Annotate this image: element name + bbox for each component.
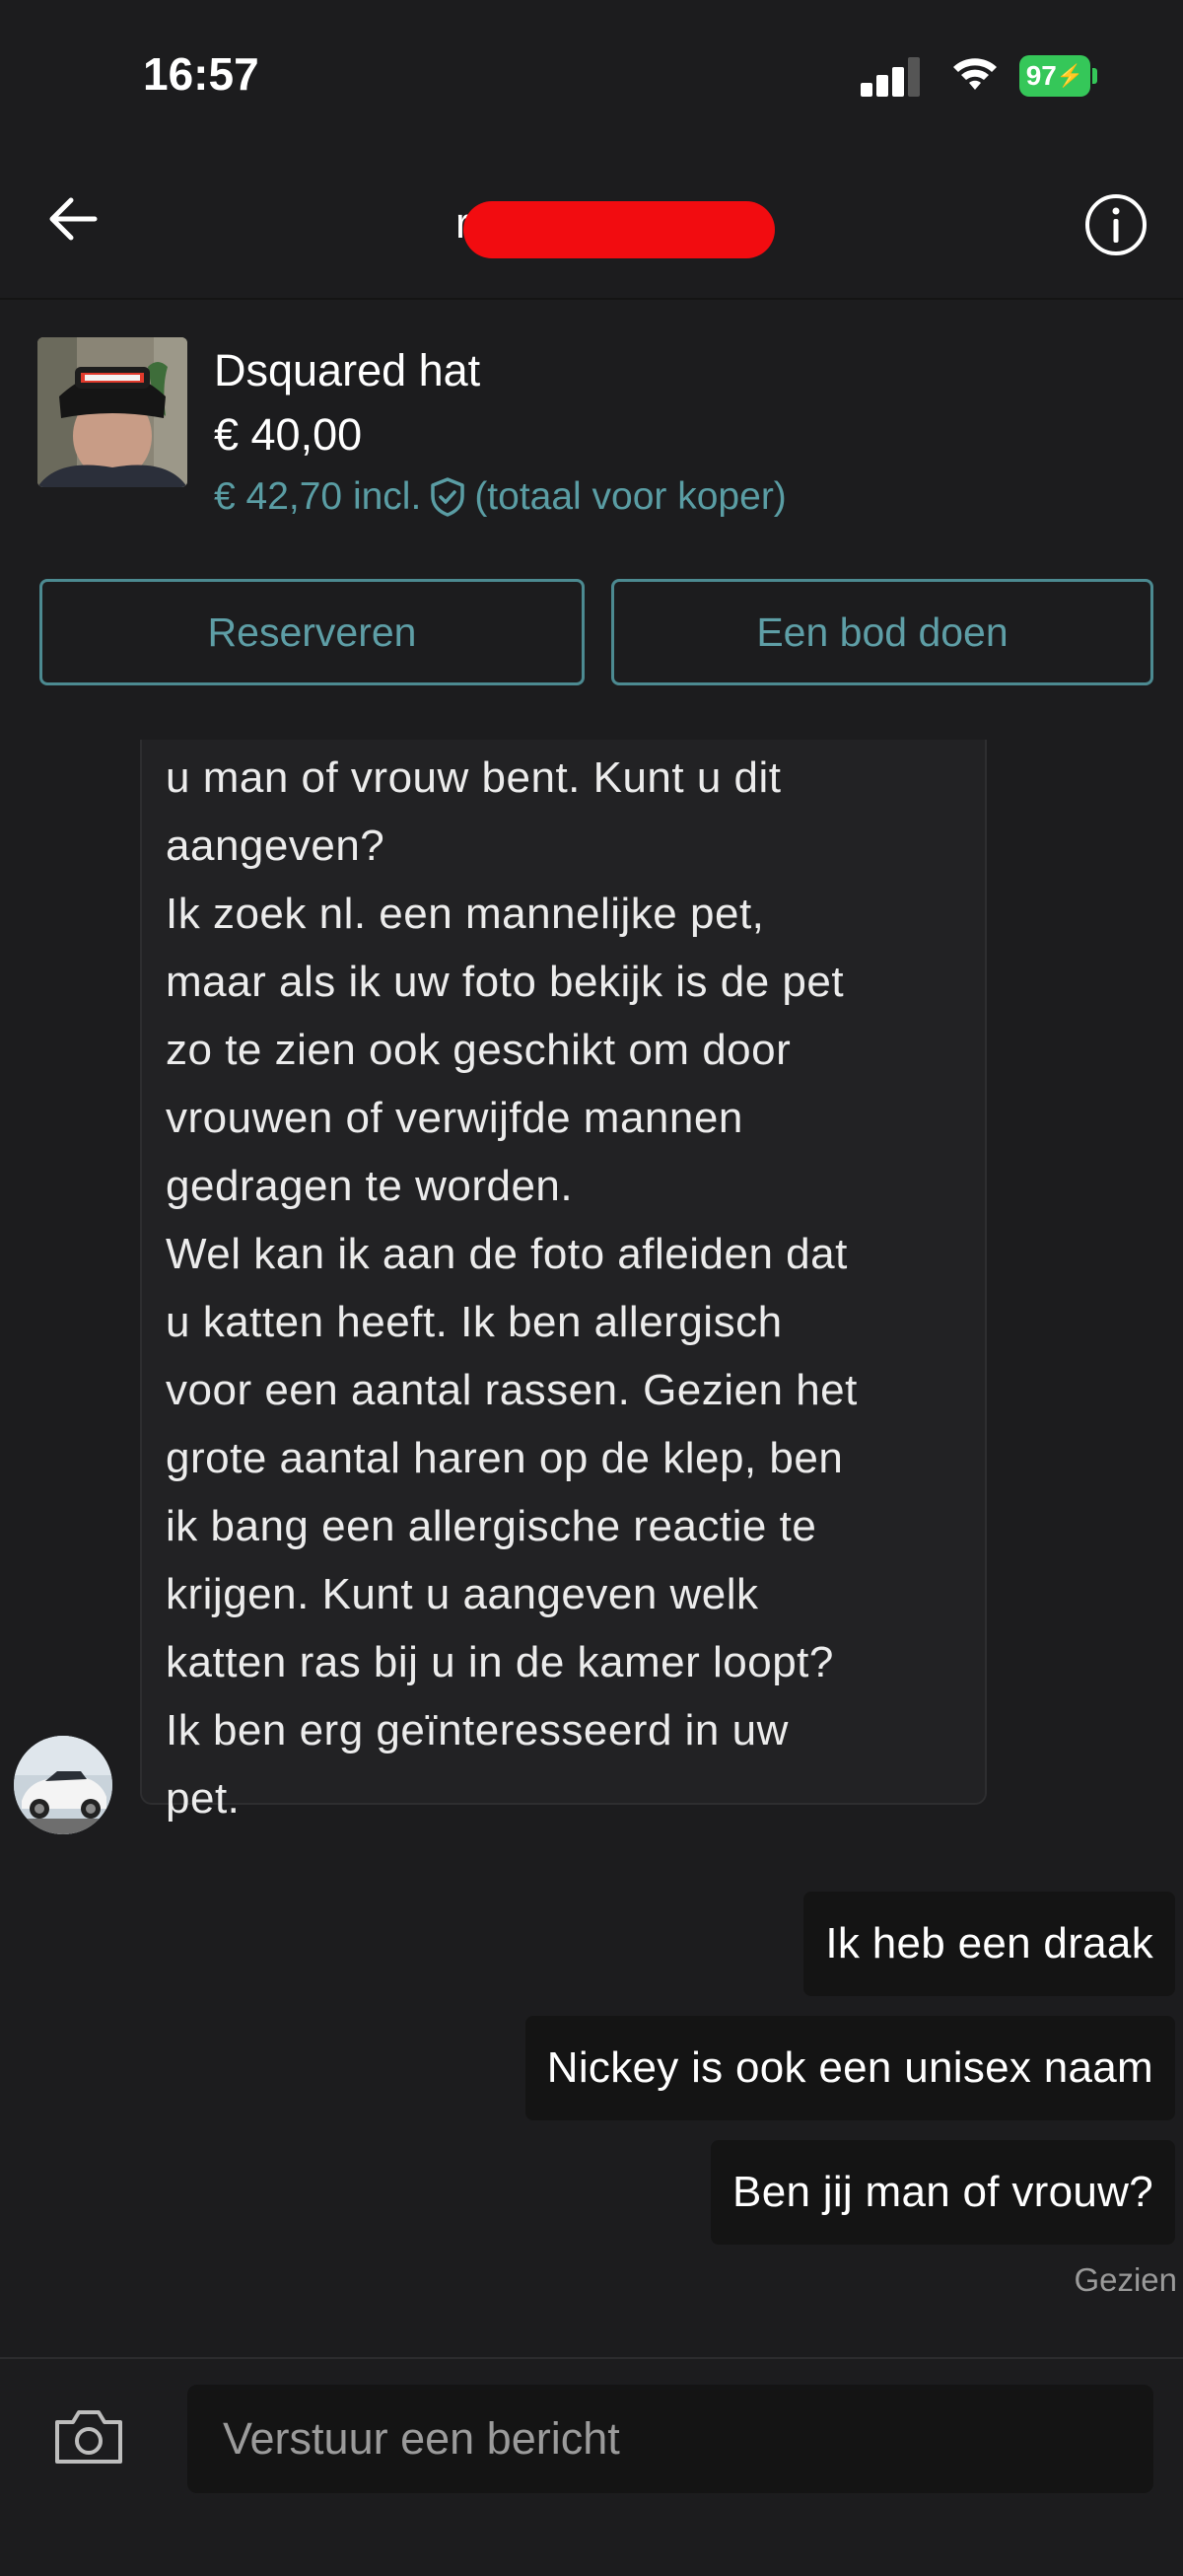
- make-offer-button[interactable]: Een bod doen: [611, 579, 1153, 685]
- buyer-total-price[interactable]: € 42,70 incl. (totaal voor koper): [214, 475, 787, 519]
- sender-avatar[interactable]: [14, 1736, 112, 1834]
- outgoing-message-bubble: Nickey is ook een unisex naam: [524, 2016, 1175, 2120]
- outgoing-message-bubble: Ik heb een draak: [803, 1892, 1175, 1996]
- arrow-left-icon: [49, 197, 98, 241]
- incoming-message-text: u man of vrouw bent. Kunt u dit aangeven…: [166, 753, 858, 1823]
- battery-icon: 97 ⚡: [1019, 55, 1098, 97]
- camera-icon: [55, 2410, 122, 2464]
- name-redaction: [463, 201, 775, 258]
- camera-button[interactable]: [51, 2406, 126, 2468]
- item-thumbnail[interactable]: [37, 337, 187, 487]
- price-incl: € 42,70 incl.: [214, 475, 422, 518]
- info-icon: [1085, 194, 1147, 255]
- seen-status: Gezien: [1074, 2261, 1177, 2298]
- item-title: Dsquared hat: [214, 345, 481, 395]
- battery-level: 97: [1025, 60, 1057, 91]
- shield-check-icon: [431, 477, 465, 517]
- cellular-signal-icon: [861, 55, 922, 97]
- reserve-button[interactable]: Reserveren: [39, 579, 585, 685]
- buyer-total-note: (totaal voor koper): [474, 475, 787, 518]
- wifi-icon: [950, 53, 1000, 95]
- item-price: € 40,00: [214, 409, 363, 460]
- back-button[interactable]: [43, 189, 114, 252]
- outgoing-message-bubble: Ben jij man of vrouw?: [711, 2140, 1175, 2245]
- status-time: 16:57: [143, 48, 259, 100]
- chat-messages[interactable]: u man of vrouw bent. Kunt u dit aangeven…: [0, 740, 1183, 2357]
- incoming-message-bubble: u man of vrouw bent. Kunt u dit aangeven…: [140, 740, 987, 1823]
- message-input[interactable]: [187, 2385, 1153, 2493]
- info-button[interactable]: [1083, 192, 1148, 257]
